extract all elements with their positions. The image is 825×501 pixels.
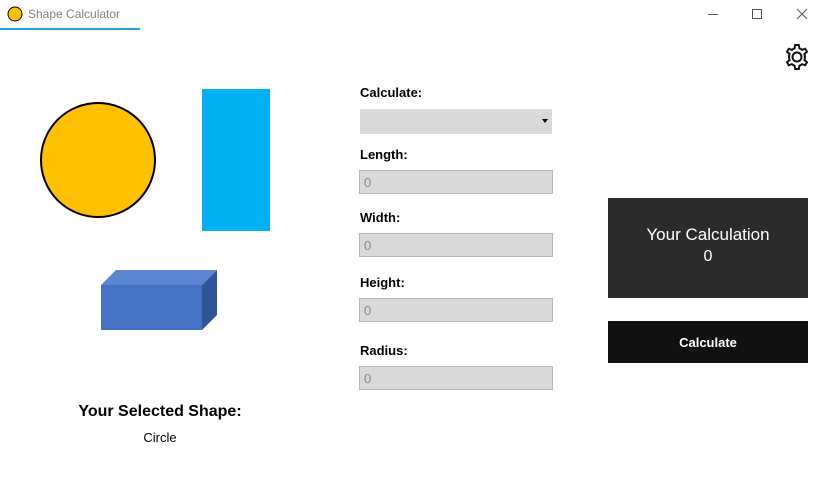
circle-shape[interactable] <box>38 100 158 220</box>
rectangle-shape[interactable] <box>202 89 270 231</box>
title-bar: Shape Calculator <box>0 0 825 30</box>
selected-shape-value: Circle <box>143 430 177 445</box>
result-panel: Your Calculation 0 <box>608 198 808 298</box>
calculate-dropdown[interactable] <box>360 109 552 134</box>
yellow-circle-icon <box>7 6 23 22</box>
height-input-value: 0 <box>364 303 372 318</box>
minimize-button[interactable] <box>690 0 736 28</box>
length-input-value: 0 <box>364 175 372 190</box>
height-label: Height: <box>360 275 405 290</box>
radius-input[interactable]: 0 <box>359 366 553 390</box>
radius-label: Radius: <box>360 343 408 358</box>
calculate-label: Calculate: <box>360 85 423 100</box>
box-shape[interactable] <box>100 269 218 331</box>
width-label: Width: <box>360 210 401 225</box>
length-label: Length: <box>360 147 408 162</box>
minimize-icon <box>708 14 718 15</box>
dropdown-arrow-icon <box>542 119 548 123</box>
selected-shape-heading: Your Selected Shape: <box>78 403 242 420</box>
title-underline <box>0 28 140 30</box>
length-input[interactable]: 0 <box>359 170 553 194</box>
result-heading: Your Calculation <box>646 225 770 244</box>
window-title: Shape Calculator <box>28 7 121 21</box>
close-icon <box>796 8 808 20</box>
radius-input-value: 0 <box>364 371 372 386</box>
width-input-value: 0 <box>364 238 372 253</box>
close-button[interactable] <box>779 0 825 28</box>
maximize-icon <box>752 9 762 19</box>
maximize-button[interactable] <box>734 0 780 28</box>
gear-icon[interactable] <box>782 42 812 72</box>
result-value: 0 <box>703 248 713 265</box>
width-input[interactable]: 0 <box>359 233 553 257</box>
calculate-button[interactable]: Calculate <box>608 321 808 363</box>
height-input[interactable]: 0 <box>359 298 553 322</box>
